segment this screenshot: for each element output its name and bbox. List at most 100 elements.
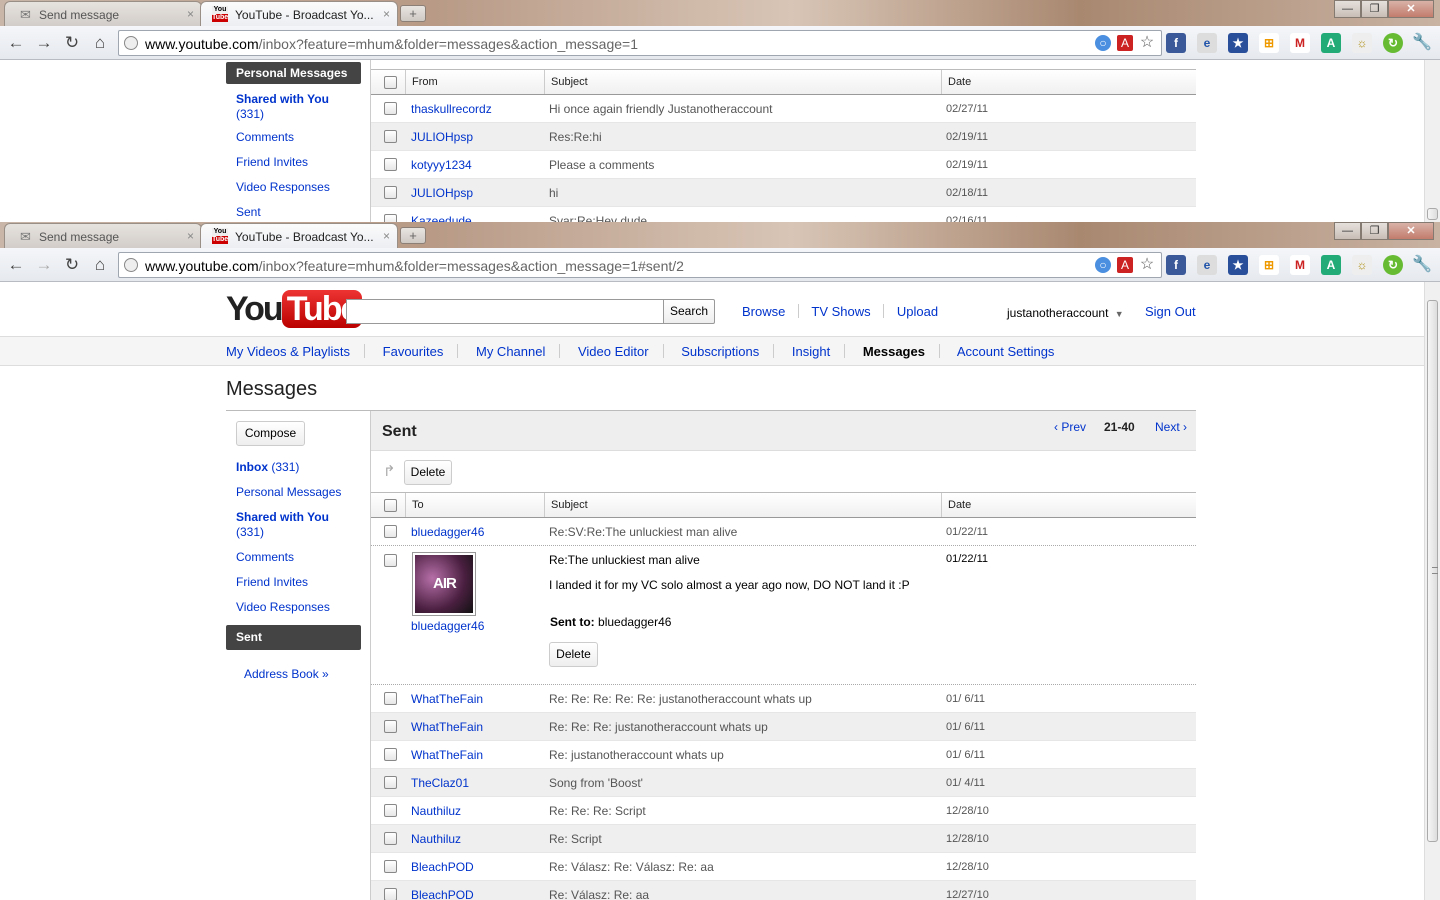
sender-link[interactable]: kotyyy1234 (411, 151, 472, 179)
tab-insight[interactable]: Insight (792, 344, 830, 359)
row-checkbox[interactable] (384, 692, 397, 705)
subject[interactable]: Song from 'Boost' (549, 769, 643, 797)
table-row[interactable]: thaskullrecordz Hi once again friendly Ju… (371, 95, 1196, 123)
sidebar-item-personal-messages[interactable]: Personal Messages (226, 62, 361, 84)
subject[interactable]: hi (549, 179, 558, 207)
minimize-button[interactable]: — (1334, 222, 1361, 240)
search-engine-icon[interactable]: ○ (1095, 257, 1111, 273)
subject[interactable]: Re: Válasz: Re: aa (549, 881, 649, 900)
sidebar-item-personal-messages[interactable]: Personal Messages (226, 485, 361, 510)
subject[interactable]: Please a comments (549, 151, 654, 179)
sidebar-item-shared[interactable]: Shared with You (331) (226, 510, 361, 550)
forward-icon[interactable]: → (33, 254, 55, 276)
tab-account-settings[interactable]: Account Settings (957, 344, 1055, 359)
table-row[interactable]: WhatTheFain Re: Re: Re: Re: Re: justanoth… (371, 685, 1196, 713)
sidebar-item-sent[interactable]: Sent (226, 625, 361, 650)
tab-my-channel[interactable]: My Channel (476, 344, 545, 359)
row-checkbox[interactable] (384, 860, 397, 873)
recipient-link[interactable]: WhatTheFain (411, 685, 483, 713)
translate-icon[interactable]: A (1321, 33, 1341, 53)
recipient-link[interactable]: BleachPOD (411, 853, 474, 881)
tab-video-editor[interactable]: Video Editor (578, 344, 649, 359)
column-date[interactable]: Date (941, 493, 971, 517)
recipient-link[interactable]: bluedagger46 (411, 518, 484, 546)
recipient-link[interactable]: bluedagger46 (411, 619, 484, 633)
column-subject[interactable]: Subject (544, 493, 588, 517)
notifier-icon[interactable]: ☼ (1352, 255, 1372, 275)
row-checkbox[interactable] (384, 720, 397, 733)
new-tab-button[interactable]: + (400, 227, 426, 244)
sender-link[interactable]: thaskullrecordz (411, 95, 492, 123)
subject[interactable]: Re:SV:Re:The unluckiest man alive (549, 518, 737, 546)
subject[interactable]: Re: justanotheraccount whats up (549, 741, 724, 769)
subject[interactable]: Svar:Re:Hey dude (549, 207, 647, 222)
table-row[interactable]: Kazeedude Svar:Re:Hey dude 02/16/11 (371, 207, 1196, 222)
subject[interactable]: Hi once again friendly Justanotheraccoun… (549, 95, 772, 123)
close-icon[interactable]: × (383, 229, 390, 243)
close-icon[interactable]: × (383, 7, 390, 21)
upload-link[interactable]: Upload (897, 304, 938, 319)
compose-button[interactable]: Compose (236, 421, 305, 446)
recipient-link[interactable]: TheClaz01 (411, 769, 469, 797)
close-window-button[interactable]: ✕ (1388, 222, 1434, 240)
tab-my-videos[interactable]: My Videos & Playlists (226, 344, 350, 359)
sender-link[interactable]: JULIOHpsp (411, 123, 473, 151)
row-checkbox[interactable] (384, 554, 397, 567)
home-icon[interactable]: ⌂ (89, 254, 111, 276)
tab-messages[interactable]: Messages (863, 344, 925, 359)
table-row[interactable]: BleachPOD Re: Válasz: Re: aa 12/27/10 (371, 881, 1196, 900)
close-window-button[interactable]: ✕ (1388, 0, 1434, 18)
subject[interactable]: Re: Válasz: Re: Válasz: Re: aa (549, 853, 714, 881)
sidebar-item-friend-invites[interactable]: Friend Invites (226, 575, 361, 600)
sender-link[interactable]: JULIOHpsp (411, 179, 473, 207)
account-menu[interactable]: justanotheraccount ▼ (1007, 306, 1124, 320)
back-icon[interactable]: ← (5, 254, 27, 276)
recipient-link[interactable]: BleachPOD (411, 881, 474, 900)
refresh-extension-icon[interactable]: ↻ (1383, 33, 1403, 53)
address-bar[interactable]: www.youtube.com/inbox?feature=mhum&folde… (118, 30, 1162, 56)
pdf-icon[interactable]: A (1117, 35, 1133, 51)
table-row[interactable]: WhatTheFain Re: Re: Re: justanotheraccoun… (371, 713, 1196, 741)
column-to[interactable]: To (405, 493, 424, 517)
notifier-icon[interactable]: ☼ (1352, 33, 1372, 53)
row-checkbox[interactable] (384, 776, 397, 789)
address-book-link[interactable]: Address Book » (244, 667, 329, 681)
sidebar-item-video-responses[interactable]: Video Responses (226, 174, 361, 199)
avatar[interactable]: AIR (412, 552, 476, 616)
star-icon[interactable]: ☆ (1139, 257, 1155, 273)
tab-send-message[interactable]: ✉ Send message × (4, 1, 202, 26)
select-all-checkbox[interactable] (384, 76, 397, 89)
pdf-icon[interactable]: A (1117, 257, 1133, 273)
subject[interactable]: Res:Re:hi (549, 123, 602, 151)
row-checkbox[interactable] (384, 832, 397, 845)
recipient-link[interactable]: WhatTheFain (411, 713, 483, 741)
wrench-icon[interactable]: 🔧 (1412, 33, 1432, 53)
subject[interactable]: Re: Re: Re: justanotheraccount whats up (549, 713, 768, 741)
table-row[interactable]: kotyyy1234 Please a comments 02/19/11 (371, 151, 1196, 179)
vertical-scrollbar[interactable] (1424, 282, 1440, 900)
tab-subscriptions[interactable]: Subscriptions (681, 344, 759, 359)
sidebar-item-comments[interactable]: Comments (226, 550, 361, 575)
row-checkbox[interactable] (384, 130, 397, 143)
translate-icon[interactable]: A (1321, 255, 1341, 275)
table-row[interactable]: Nauthiluz Re: Re: Re: Script 12/28/10 (371, 797, 1196, 825)
subject[interactable]: Re: Re: Re: Script (549, 797, 646, 825)
row-checkbox[interactable] (384, 804, 397, 817)
star-icon[interactable]: ☆ (1139, 35, 1155, 51)
search-input[interactable] (346, 299, 664, 324)
windows-icon[interactable]: ⊞ (1259, 33, 1279, 53)
row-checkbox[interactable] (384, 186, 397, 199)
search-engine-icon[interactable]: ○ (1095, 35, 1111, 51)
select-all-checkbox[interactable] (384, 499, 397, 512)
sidebar-item-comments[interactable]: Comments (226, 124, 361, 149)
sender-link[interactable]: Kazeedude (411, 207, 472, 222)
forward-icon[interactable]: → (33, 32, 55, 54)
column-subject[interactable]: Subject (544, 70, 588, 94)
reload-icon[interactable]: ↻ (61, 254, 83, 276)
minimize-button[interactable]: — (1334, 0, 1361, 18)
tab-youtube[interactable]: You Tube YouTube - Broadcast Yo... × (200, 1, 398, 26)
close-icon[interactable]: × (187, 7, 194, 21)
bookmark-star-icon[interactable]: ★ (1228, 255, 1248, 275)
home-icon[interactable]: ⌂ (89, 32, 111, 54)
reload-icon[interactable]: ↻ (61, 32, 83, 54)
